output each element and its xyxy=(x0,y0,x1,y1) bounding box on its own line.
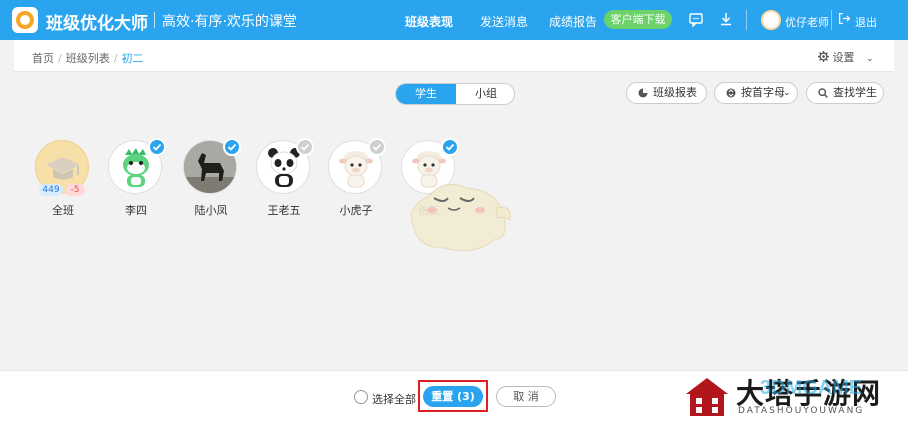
student-card[interactable]: 李四 xyxy=(108,138,166,230)
breadcrumb-home[interactable]: 首页 xyxy=(32,52,54,65)
student-card[interactable]: 王老五 xyxy=(256,138,314,230)
positive-score-badge: 449 xyxy=(39,184,63,196)
tab-students[interactable]: 学生 xyxy=(396,84,456,104)
divider xyxy=(154,12,155,28)
class-report-button[interactable]: 班级报表 xyxy=(626,82,707,104)
house-logo-icon xyxy=(686,378,728,416)
watermark-subtitle: DATASHOUYOUWANG xyxy=(738,406,865,416)
reset-button[interactable]: 重置 (3) xyxy=(423,386,483,407)
negative-score-badge: -5 xyxy=(65,184,85,196)
sort-icon xyxy=(726,88,736,98)
student-name: 小虎子 xyxy=(339,204,373,217)
nav-grade-report[interactable]: 成绩报告 xyxy=(549,13,597,30)
client-download-button[interactable]: 客户端下载 xyxy=(604,10,672,29)
selected-check-icon[interactable] xyxy=(148,138,166,156)
breadcrumb-class-list[interactable]: 班级列表 xyxy=(66,52,110,65)
unselected-check-icon[interactable] xyxy=(368,138,386,156)
chevron-down-icon: ⌄ xyxy=(866,54,874,64)
logout-link[interactable]: 退出 xyxy=(855,14,877,30)
chevron-down-icon: ⌄ xyxy=(783,88,791,98)
nav-send-message[interactable]: 发送消息 xyxy=(480,13,528,30)
tab-groups[interactable]: 小组 xyxy=(456,84,514,104)
student-name: 陆小凤 xyxy=(194,204,228,217)
divider xyxy=(831,10,832,30)
divider xyxy=(746,10,747,30)
breadcrumb: 首页 / 班级列表 / 初二 xyxy=(32,52,144,65)
radio-circle-icon xyxy=(354,390,368,404)
view-toggle: 学生 小组 xyxy=(395,83,515,105)
settings-menu[interactable]: 设置 ⌄ xyxy=(818,49,874,65)
sort-dropdown[interactable]: 按首字母 ⌄ xyxy=(714,82,798,104)
mascot-sticker-icon xyxy=(410,183,511,252)
unselected-check-icon[interactable] xyxy=(296,138,314,156)
selected-check-icon[interactable] xyxy=(441,138,459,156)
find-student-button[interactable]: 查找学生 xyxy=(806,82,884,104)
nav-class-performance[interactable]: 班级表现 xyxy=(405,13,453,30)
score-badges: 449 -5 xyxy=(39,184,87,196)
breadcrumb-current: 初二 xyxy=(121,52,144,65)
app-logo-icon xyxy=(12,7,38,33)
search-icon xyxy=(818,88,828,98)
settings-label: 设置 xyxy=(832,51,855,64)
download-icon[interactable] xyxy=(718,11,734,27)
message-icon[interactable] xyxy=(688,11,704,27)
student-name: 王老五 xyxy=(267,204,301,217)
student-name: 李四 xyxy=(125,204,147,217)
student-name: 全班 xyxy=(52,204,74,217)
pie-chart-icon xyxy=(638,88,648,98)
gear-icon xyxy=(818,51,829,62)
app-slogan: 高效·有序·欢乐的课堂 xyxy=(162,14,297,30)
user-avatar[interactable] xyxy=(761,10,781,30)
find-student-label: 查找学生 xyxy=(833,86,877,99)
cancel-button[interactable]: 取 消 xyxy=(496,386,556,407)
breadcrumb-bar: 首页 / 班级列表 / 初二 设置 ⌄ xyxy=(14,40,894,72)
app-name: 班级优化大师 xyxy=(46,14,148,34)
student-card[interactable]: 小虎子 xyxy=(328,138,386,230)
select-all-label: 选择全部 xyxy=(372,393,416,406)
watermark-overlay: 3DMGAME xyxy=(760,377,863,399)
top-bar: 班级优化大师 高效·有序·欢乐的课堂 班级表现 发送消息 成绩报告 客户端下载 … xyxy=(0,0,908,40)
sort-label: 按首字母 xyxy=(741,86,785,99)
class-report-label: 班级报表 xyxy=(653,86,697,99)
logout-icon[interactable] xyxy=(838,12,851,25)
user-name[interactable]: 优仔老师 xyxy=(785,14,829,30)
whole-class-card[interactable]: 449 -5 全班 xyxy=(35,140,91,230)
selected-check-icon[interactable] xyxy=(223,138,241,156)
student-card[interactable]: 陆小凤 xyxy=(183,138,241,230)
